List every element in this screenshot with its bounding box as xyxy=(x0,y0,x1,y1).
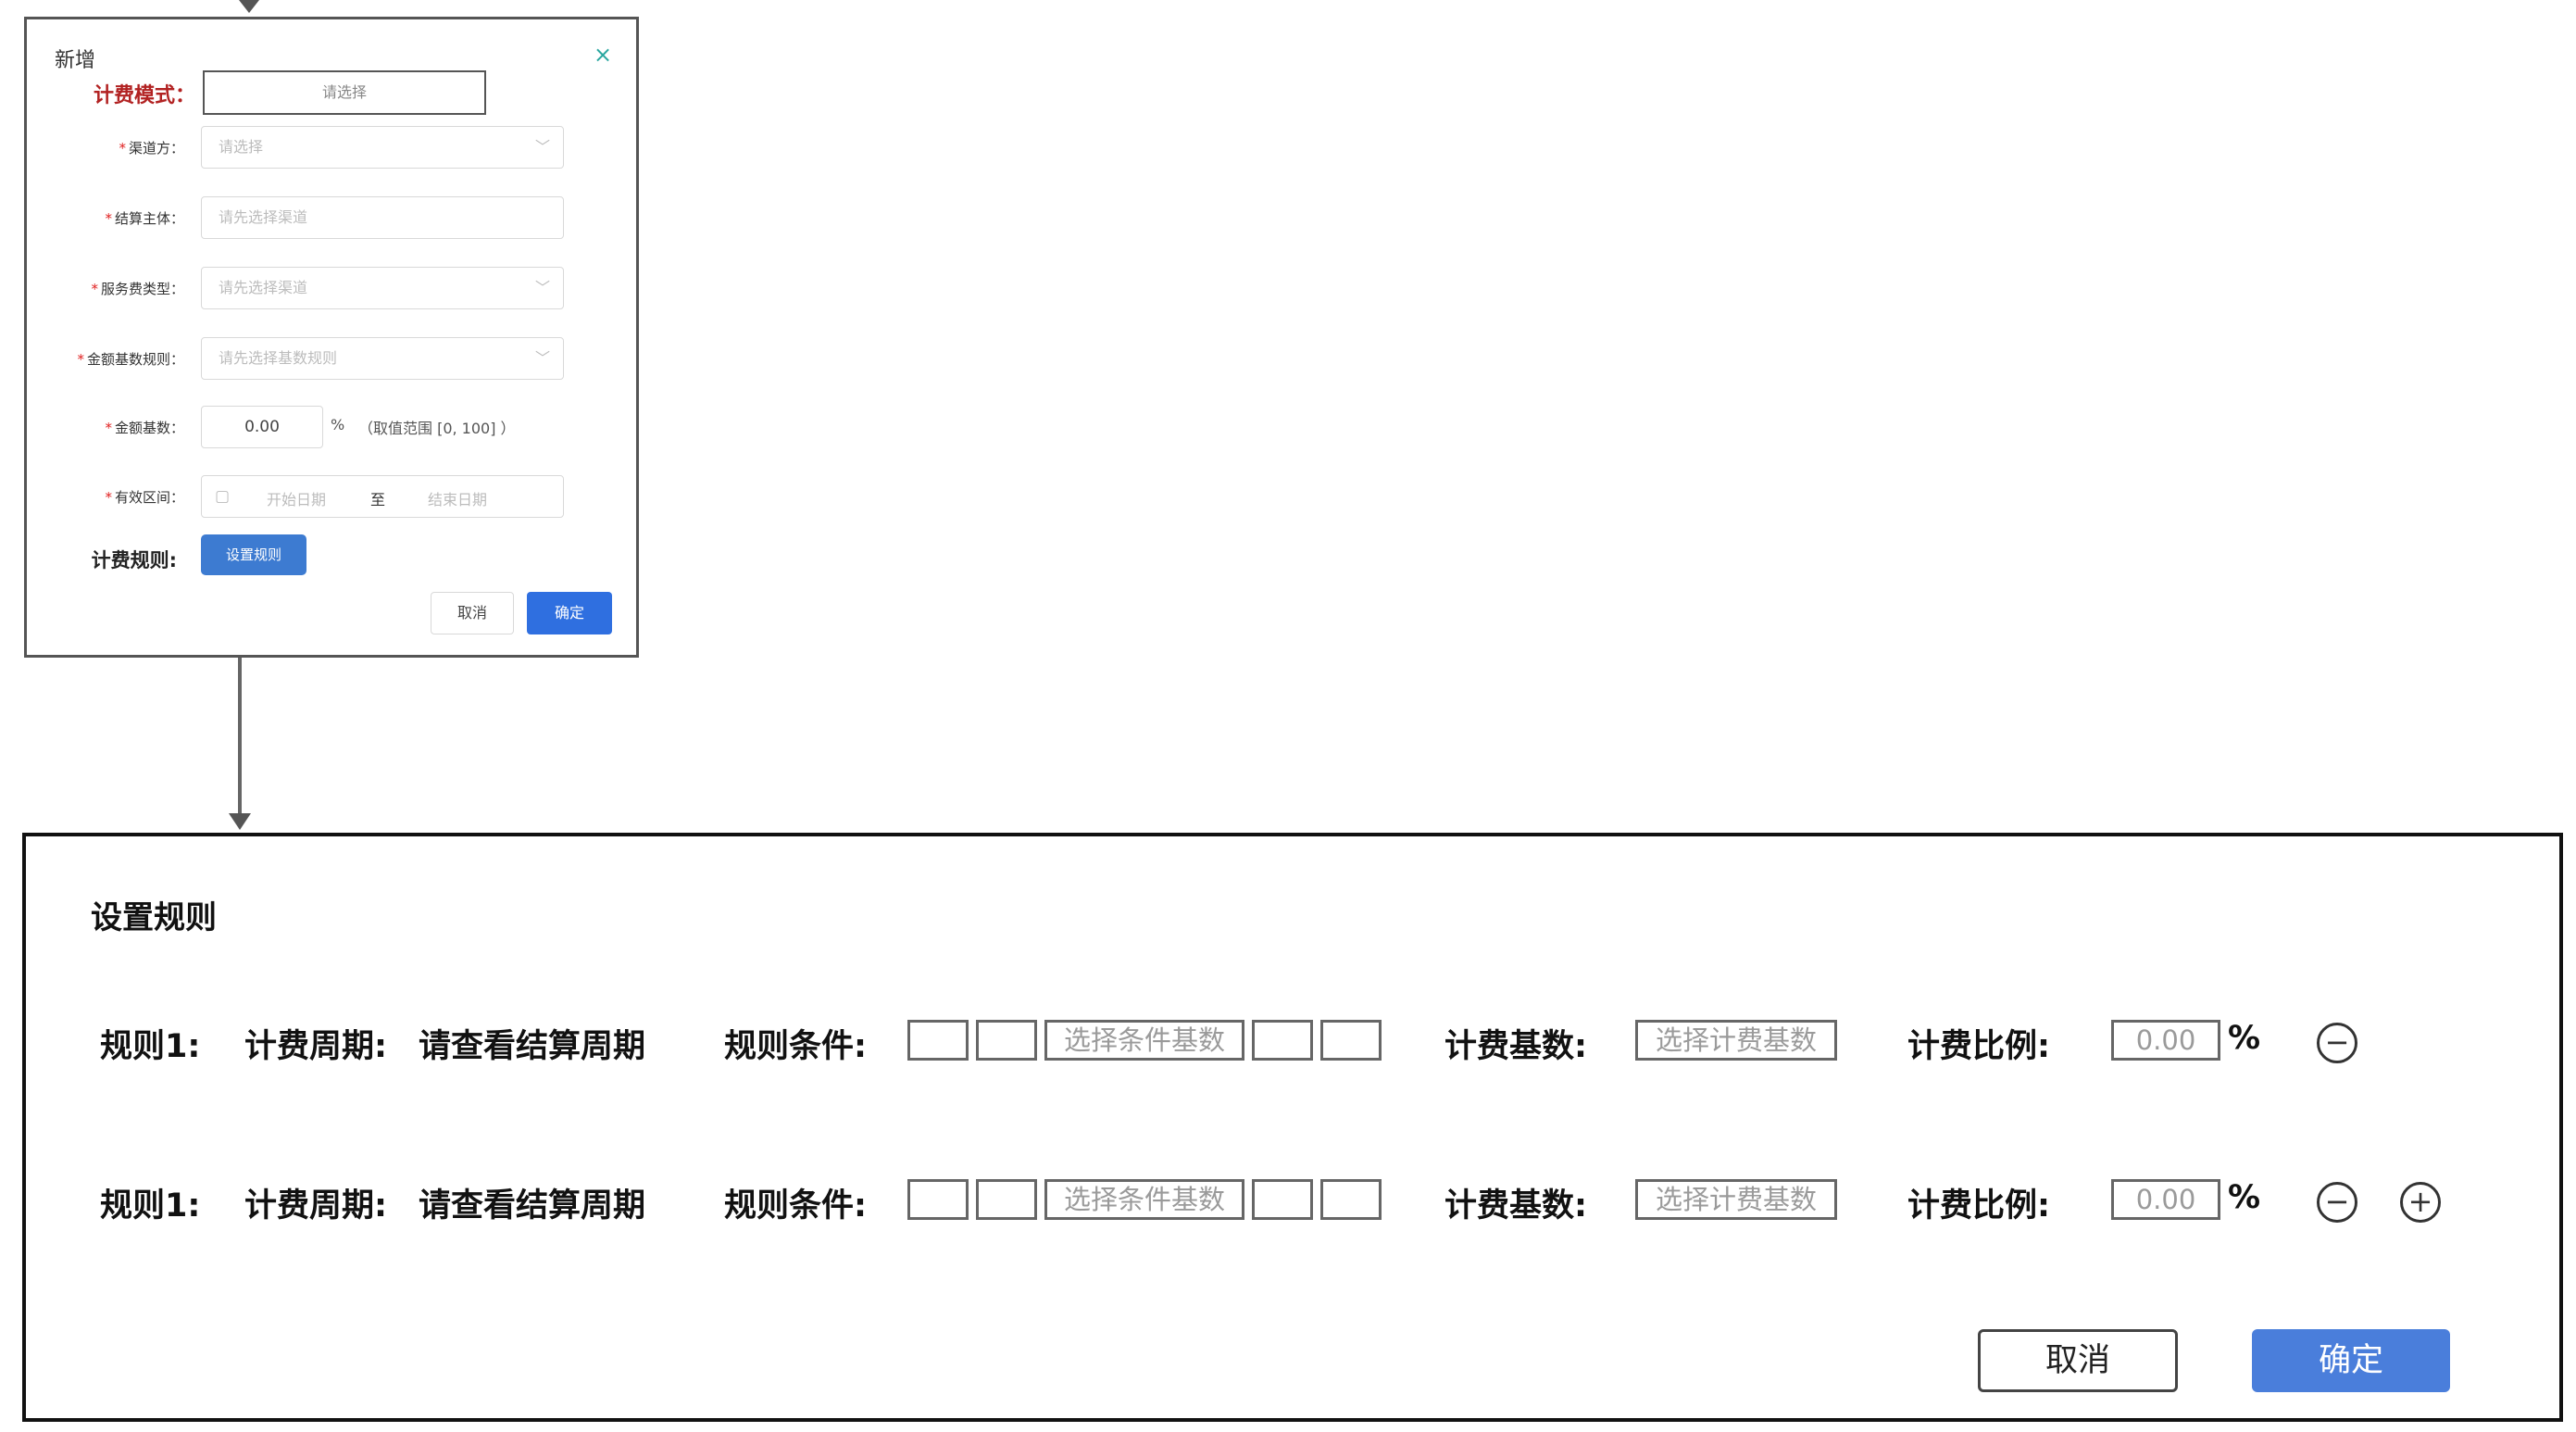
chevron-down-icon: ﹀ xyxy=(534,279,550,296)
confirm-button[interactable]: 确定 xyxy=(527,592,612,634)
channel-label-text: 渠道方： xyxy=(128,140,184,157)
service-fee-select[interactable]: 请先选择渠道 ﹀ xyxy=(201,267,564,309)
base-rule-placeholder: 请先选择基数规则 xyxy=(219,349,338,367)
billing-mode-label: 计费模式： xyxy=(93,84,195,107)
required-mark: * xyxy=(119,140,126,157)
validity-label-text: 有效区间： xyxy=(114,489,184,506)
billing-cycle-label: 计费周期: xyxy=(244,1028,387,1065)
settlement-label: * 结算主体： xyxy=(27,208,184,228)
panel-confirm-button[interactable]: 确定 xyxy=(2252,1329,2450,1392)
cancel-button[interactable]: 取消 xyxy=(431,592,514,634)
add-dialog: 新增 × 计费模式： 请选择 * 渠道方： 请选择 ﹀ * 结算主体： 请先选择渠道… xyxy=(24,17,639,658)
settlement-input[interactable]: 请先选择渠道 xyxy=(201,196,564,239)
base-rule-label-text: 金额基数规则： xyxy=(86,351,184,368)
channel-placeholder: 请选择 xyxy=(219,138,264,156)
service-fee-placeholder: 请先选择渠道 xyxy=(219,279,308,296)
add-rule-icon[interactable]: + xyxy=(2400,1182,2441,1223)
condition-box[interactable] xyxy=(976,1179,1037,1220)
chevron-down-icon: ﹀ xyxy=(534,349,550,367)
amount-base-label: * 金额基数： xyxy=(27,418,184,437)
billing-base-label: 计费基数: xyxy=(1444,1187,1587,1225)
billing-base-label: 计费基数: xyxy=(1444,1028,1587,1065)
dialog-title: 新增 xyxy=(55,49,96,72)
condition-box[interactable] xyxy=(907,1020,969,1061)
required-mark: * xyxy=(105,420,112,436)
billing-rule-label: 计费规则: xyxy=(91,549,177,572)
close-icon[interactable]: × xyxy=(594,42,612,68)
rule-row: 规则1: 计费周期: 请查看结算周期 规则条件: 选择条件基数 计费基数: 选择… xyxy=(26,1172,2559,1227)
required-mark: * xyxy=(77,351,84,368)
service-fee-label: * 服务费类型： xyxy=(27,279,184,298)
service-fee-label-text: 服务费类型： xyxy=(100,281,184,297)
date-separator: 至 xyxy=(370,491,386,509)
remove-rule-icon[interactable]: − xyxy=(2317,1023,2357,1063)
condition-box[interactable] xyxy=(1320,1020,1382,1061)
condition-box[interactable] xyxy=(1252,1020,1313,1061)
base-rule-label: * 金额基数规则： xyxy=(27,349,184,369)
panel-cancel-button[interactable]: 取消 xyxy=(1978,1329,2178,1392)
condition-box[interactable] xyxy=(1252,1179,1313,1220)
condition-box[interactable] xyxy=(976,1020,1037,1061)
amount-base-label-text: 金额基数： xyxy=(114,420,184,436)
required-mark: * xyxy=(105,210,112,227)
billing-base-select[interactable]: 选择计费基数 xyxy=(1635,1179,1837,1220)
billing-base-select[interactable]: 选择计费基数 xyxy=(1635,1020,1837,1061)
channel-label: * 渠道方： xyxy=(27,138,184,157)
percent-sign: % xyxy=(2228,1179,2261,1216)
rule-condition-label: 规则条件: xyxy=(724,1028,867,1065)
chevron-down-icon: ﹀ xyxy=(534,138,550,156)
billing-ratio-label: 计费比例: xyxy=(1907,1028,2050,1065)
arrow-head-top xyxy=(239,0,259,13)
channel-select[interactable]: 请选择 ﹀ xyxy=(201,126,564,169)
billing-cycle-value: 请查看结算周期 xyxy=(419,1028,646,1065)
end-date-placeholder[interactable]: 结束日期 xyxy=(428,487,487,509)
settlement-placeholder: 请先选择渠道 xyxy=(219,208,308,226)
percent-sign: % xyxy=(2228,1020,2261,1057)
rule-condition-label: 规则条件: xyxy=(724,1187,867,1225)
set-rule-button[interactable]: 设置规则 xyxy=(201,534,306,575)
rule-number: 规则1: xyxy=(100,1187,201,1225)
settlement-label-text: 结算主体： xyxy=(114,210,184,227)
billing-cycle-value: 请查看结算周期 xyxy=(419,1187,646,1225)
condition-box[interactable] xyxy=(907,1179,969,1220)
start-date-placeholder[interactable]: 开始日期 xyxy=(267,487,326,509)
calendar-icon: ▢ xyxy=(215,487,231,506)
rule-row: 规则1: 计费周期: 请查看结算周期 规则条件: 选择条件基数 计费基数: 选择… xyxy=(26,1012,2559,1068)
billing-cycle-label: 计费周期: xyxy=(244,1187,387,1225)
rule-number: 规则1: xyxy=(100,1028,201,1065)
billing-mode-select[interactable]: 请选择 xyxy=(203,70,486,115)
date-range-picker[interactable]: ▢ 开始日期 至 结束日期 xyxy=(201,475,564,518)
amount-base-input[interactable]: 0.00 xyxy=(201,406,323,448)
billing-ratio-input[interactable]: 0.00 xyxy=(2111,1179,2220,1220)
percent-suffix: % xyxy=(331,416,345,433)
panel-title: 设置规则 xyxy=(91,899,217,936)
remove-rule-icon[interactable]: − xyxy=(2317,1182,2357,1223)
condition-base-select[interactable]: 选择条件基数 xyxy=(1044,1179,1244,1220)
billing-ratio-input[interactable]: 0.00 xyxy=(2111,1020,2220,1061)
validity-label: * 有效区间： xyxy=(27,487,184,507)
required-mark: * xyxy=(91,281,98,297)
condition-base-select[interactable]: 选择条件基数 xyxy=(1044,1020,1244,1061)
required-mark: * xyxy=(105,489,112,506)
range-note: （取值范围 [0, 100] ） xyxy=(358,420,516,437)
condition-box[interactable] xyxy=(1320,1179,1382,1220)
billing-ratio-label: 计费比例: xyxy=(1907,1187,2050,1225)
set-rule-panel: 设置规则 规则1: 计费周期: 请查看结算周期 规则条件: 选择条件基数 计费基… xyxy=(22,833,2563,1422)
base-rule-select[interactable]: 请先选择基数规则 ﹀ xyxy=(201,337,564,380)
